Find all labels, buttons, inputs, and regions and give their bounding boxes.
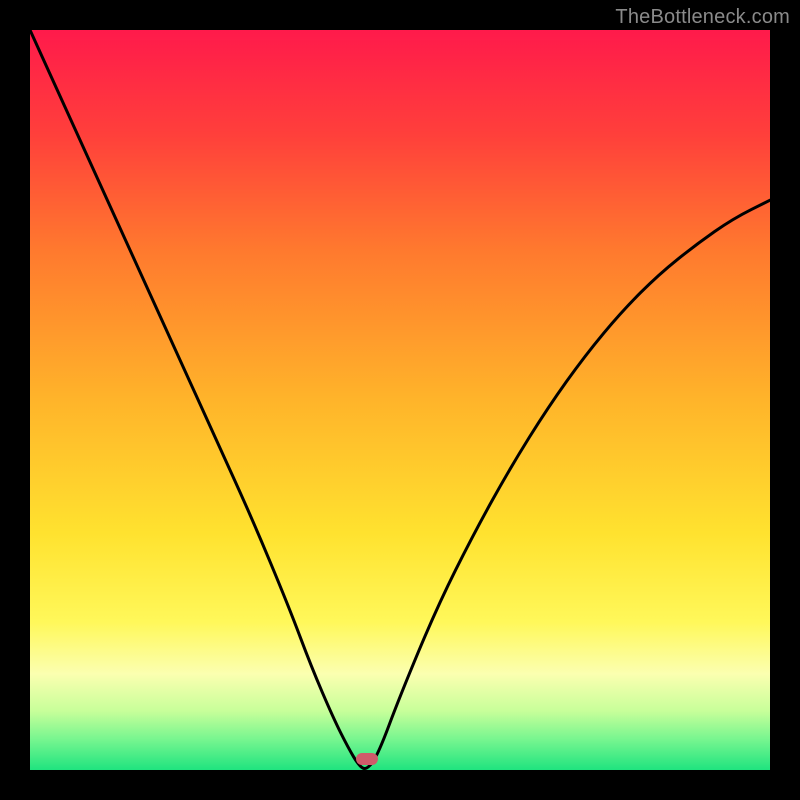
optimal-point-marker	[356, 753, 378, 765]
chart-frame: TheBottleneck.com	[0, 0, 800, 800]
plot-area	[30, 30, 770, 770]
watermark-text: TheBottleneck.com	[615, 6, 790, 29]
background-gradient	[30, 30, 770, 770]
